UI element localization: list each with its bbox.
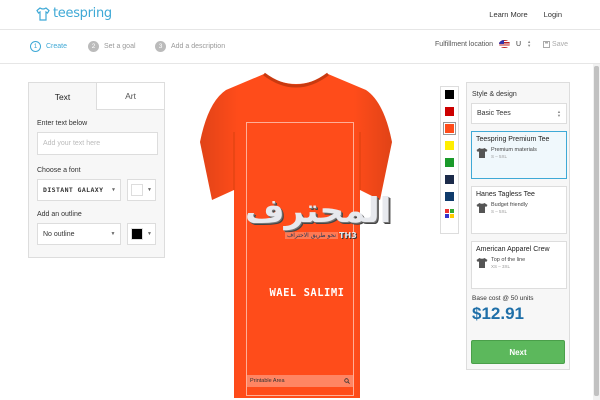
next-button[interactable]: Next: [471, 340, 565, 364]
us-flag-icon: [499, 40, 510, 48]
shirt-color-palette: [440, 86, 459, 234]
font-select[interactable]: DISTANT GALAXY ▼: [37, 179, 122, 201]
product-meta: Top of the line: [491, 257, 526, 263]
shirt-preview: المحترف نحو طريق الاحتراف TH3 WAEL SALIM…: [200, 72, 392, 400]
product-sizes: XS – 3XL: [491, 264, 511, 269]
font-value: DISTANT GALAXY: [43, 186, 104, 194]
font-color-select[interactable]: ▼: [127, 179, 156, 201]
fulfillment-country-select[interactable]: U: [516, 41, 521, 48]
color-chip-orange[interactable]: [443, 122, 456, 135]
outline-color-swatch: [131, 228, 144, 240]
product-meta: Premium materials: [491, 147, 537, 153]
learn-more-link[interactable]: Learn More: [489, 10, 527, 19]
chevron-down-icon: ▼: [147, 231, 152, 237]
product-name: American Apparel Crew: [476, 246, 550, 253]
login-link[interactable]: Login: [544, 10, 562, 19]
color-chip-red[interactable]: [445, 107, 454, 116]
product-option-american-apparel[interactable]: American Apparel Crew Top of the line XS…: [471, 241, 567, 289]
color-chip-yellow[interactable]: [445, 141, 454, 150]
style-label: Style & design: [472, 91, 517, 98]
step-create[interactable]: 1 Create: [30, 41, 67, 52]
fulfillment-location: Fulfillment location U ▲ ▼ Save: [435, 40, 568, 48]
outline-color-select[interactable]: ▼: [127, 223, 156, 245]
outline-select[interactable]: No outline ▼: [37, 223, 122, 245]
step-number: 1: [30, 41, 41, 52]
printable-area-bar: Printable Area: [247, 375, 353, 387]
page-scrollbar[interactable]: [593, 64, 600, 400]
tshirt-icon: [476, 148, 488, 158]
step-add-description[interactable]: 3 Add a description: [155, 41, 225, 52]
product-option-premium-tee[interactable]: Teespring Premium Tee Premium materials …: [471, 131, 567, 179]
product-sizes: S – 5XL: [491, 154, 508, 159]
color-chip-green[interactable]: [445, 158, 454, 167]
product-name: Teespring Premium Tee: [476, 136, 550, 143]
outline-label: Add an outline: [37, 211, 82, 218]
chevron-down-icon: ▼: [112, 187, 116, 193]
design-badge: TH3: [339, 231, 357, 240]
save-label: Save: [552, 40, 568, 48]
outline-value: No outline: [43, 230, 75, 238]
logo-text: teespring: [53, 6, 112, 21]
tab-art[interactable]: Art: [97, 83, 164, 110]
font-color-swatch: [131, 184, 144, 196]
product-option-hanes-tee[interactable]: Hanes Tagless Tee Budget friendly S – 5X…: [471, 186, 567, 234]
design-tagline: نحو طريق الاحتراف: [285, 232, 339, 239]
color-chip-black[interactable]: [445, 90, 454, 99]
product-sizes: S – 5XL: [491, 209, 508, 214]
tshirt-logo-icon: [36, 6, 50, 21]
design-arabic-text[interactable]: المحترف: [245, 193, 391, 229]
steps-bar: 1 Create 2 Set a goal 3 Add a descriptio…: [0, 30, 600, 64]
step-set-goal[interactable]: 2 Set a goal: [88, 41, 136, 52]
fulfillment-label: Fulfillment location: [435, 40, 493, 48]
color-chip-navy[interactable]: [445, 175, 454, 184]
step-number: 3: [155, 41, 166, 52]
teespring-logo[interactable]: teespring: [36, 6, 112, 21]
style-select[interactable]: Basic Tees ▲ ▼: [471, 103, 567, 124]
printable-area[interactable]: المحترف نحو طريق الاحتراف TH3 WAEL SALIM…: [245, 122, 391, 396]
save-icon: [543, 40, 551, 48]
zoom-icon[interactable]: [344, 378, 350, 384]
scrollbar-thumb[interactable]: [594, 66, 599, 396]
style-design-panel: Style & design Basic Tees ▲ ▼ Teespring P…: [466, 82, 570, 370]
product-meta: Budget friendly: [491, 202, 528, 208]
tool-tabs: Text Art: [29, 83, 164, 110]
base-cost-price: $12.91: [472, 304, 524, 323]
font-label: Choose a font: [37, 167, 81, 174]
more-colors-icon[interactable]: [445, 209, 454, 221]
tshirt-icon: [476, 203, 488, 213]
text-tool-panel: Text Art Enter text below Add your text …: [28, 82, 165, 258]
step-number: 2: [88, 41, 99, 52]
step-label: Add a description: [171, 43, 226, 50]
tshirt-icon: [476, 258, 488, 268]
top-header: teespring Learn More Login: [0, 0, 600, 30]
printable-area-label: Printable Area: [250, 378, 285, 384]
base-cost-label: Base cost @ 50 units: [472, 295, 534, 302]
product-name: Hanes Tagless Tee: [476, 191, 535, 198]
select-arrows-icon: ▲ ▼: [527, 39, 532, 48]
design-name-text[interactable]: WAEL SALIMI: [255, 287, 359, 299]
color-chip-dark-blue[interactable]: [445, 192, 454, 201]
style-value: Basic Tees: [477, 110, 511, 117]
step-label: Create: [46, 43, 68, 50]
text-input[interactable]: Add your text here: [37, 132, 158, 155]
chevron-down-icon: ▼: [110, 231, 116, 237]
enter-text-label: Enter text below: [37, 120, 88, 127]
chevron-down-icon: ▼: [147, 187, 152, 193]
top-links: Learn More Login: [489, 10, 562, 19]
tab-text[interactable]: Text: [29, 83, 97, 110]
select-arrows-icon: ▲ ▼: [557, 108, 561, 118]
step-label: Set a goal: [104, 43, 136, 50]
save-button[interactable]: Save: [543, 40, 568, 48]
